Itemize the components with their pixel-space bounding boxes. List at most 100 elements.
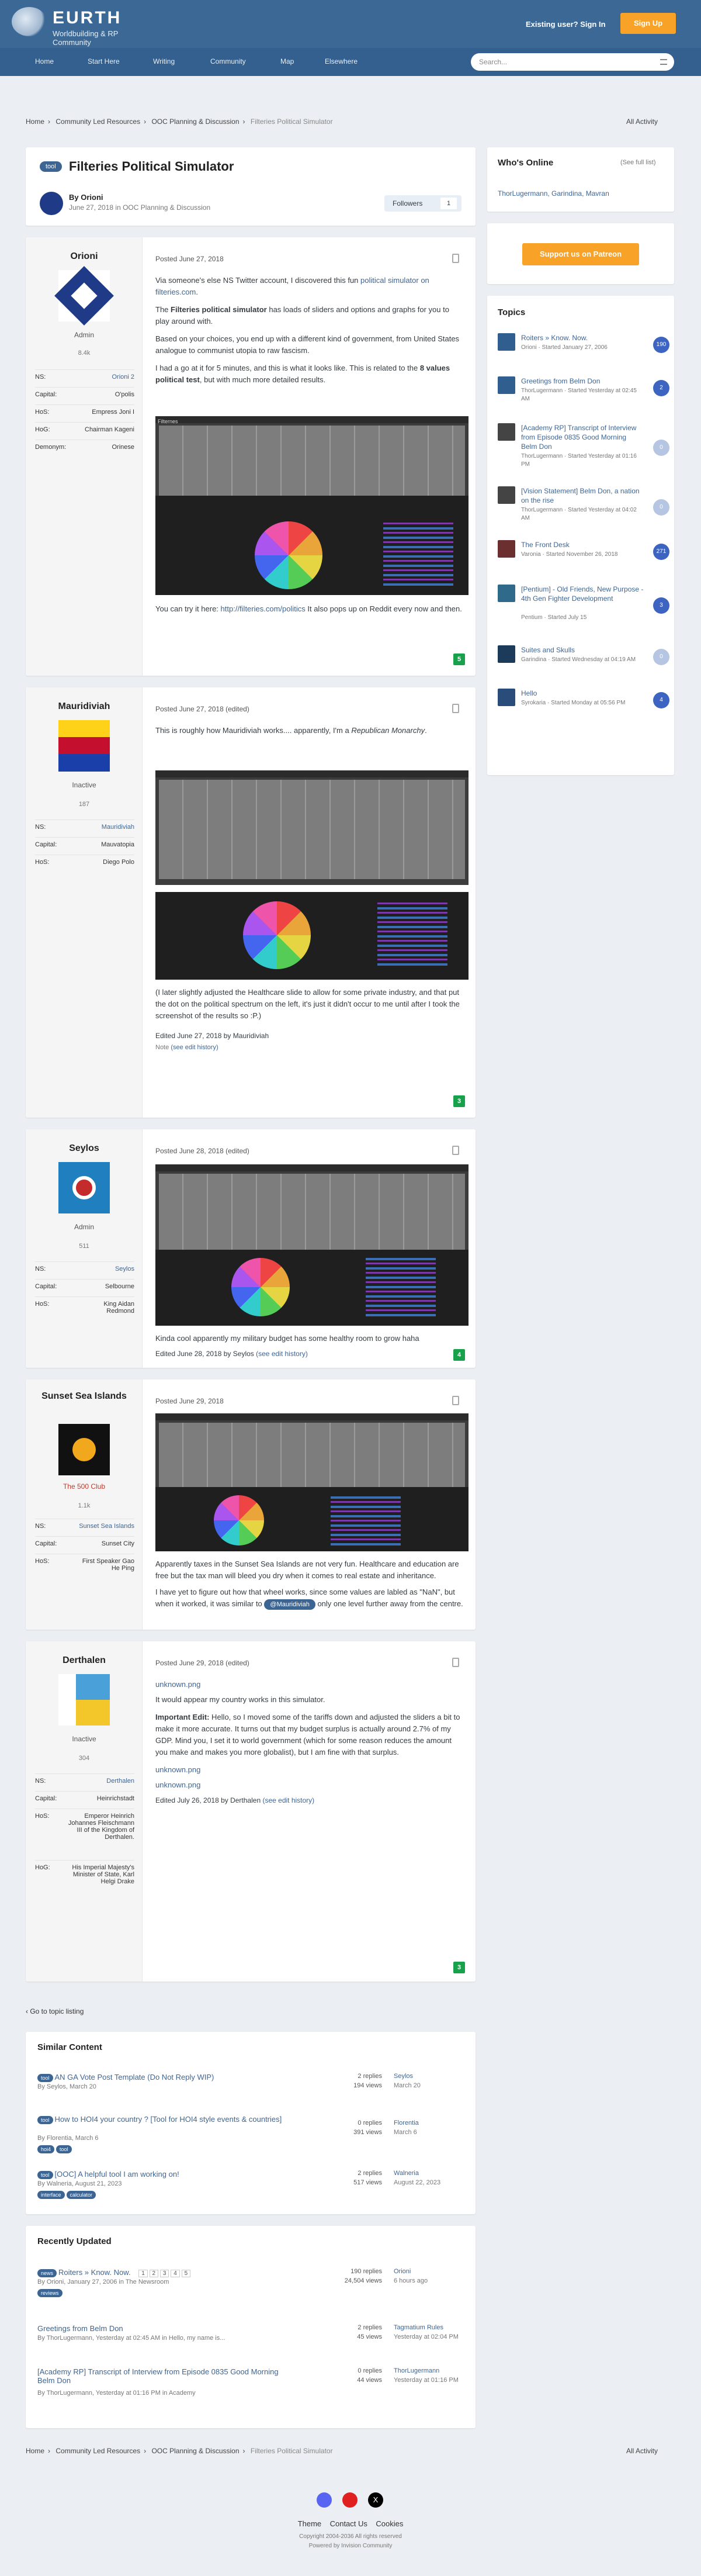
cookies-link[interactable]: Cookies <box>376 2519 403 2528</box>
post-author-panel: Orioni Admin 8.4k NS: Orioni 2 Capital: O'… <box>26 237 143 676</box>
topic-date: June 27, 2018 in OOC Planning & Discussi… <box>69 203 211 212</box>
nav-elsewhere[interactable]: Elsewhere <box>325 57 358 65</box>
list-item[interactable]: news Roiters » Know. Now. 1 2 3 4 5 By Or… <box>37 2268 463 2309</box>
patreon-icon[interactable] <box>342 2492 358 2508</box>
similar-content: Similar Content tool AN GA Vote Post Temp… <box>26 2032 476 2214</box>
post-date: Posted June 27, 2018 <box>155 255 224 263</box>
all-activity-link[interactable]: All Activity <box>626 117 658 126</box>
topic-avatar <box>498 645 515 663</box>
reply-count: 0 <box>653 440 669 456</box>
reputation-badge: 3 <box>453 1095 465 1107</box>
post: Orioni Admin 8.4k NS: Orioni 2 Capital: O'… <box>26 237 476 676</box>
site-logo[interactable]: EURTH Worldbuilding & RP Community <box>12 4 140 47</box>
user-mention[interactable]: @Mauridiviah <box>264 1599 315 1610</box>
image-link[interactable]: unknown.png <box>155 1780 200 1789</box>
author-name[interactable]: Mauridiviah <box>26 701 143 712</box>
sign-up-button[interactable]: Sign Up <box>620 13 676 34</box>
author-name[interactable]: Sunset Sea Islands <box>26 1390 143 1403</box>
share-icon[interactable] <box>452 1146 459 1155</box>
nav-map[interactable]: Map <box>280 57 294 65</box>
screenshot[interactable] <box>155 892 469 980</box>
image-link[interactable]: unknown.png <box>155 1765 200 1774</box>
sign-in-link[interactable]: Existing user? Sign In <box>526 20 606 29</box>
share-icon[interactable] <box>452 1396 459 1405</box>
site-name: EURTH <box>53 8 122 27</box>
online-users[interactable]: ThorLugermann, Garindina, Mavran <box>498 189 609 198</box>
all-activity-link-bottom[interactable]: All Activity <box>626 2447 658 2455</box>
edit-history-link[interactable]: (see edit history) <box>256 1350 308 1358</box>
author-avatar[interactable] <box>40 192 63 215</box>
list-item[interactable]: tool [OOC] A helpful tool I am working on… <box>37 2170 463 2205</box>
avatar[interactable] <box>58 1162 110 1213</box>
share-icon[interactable] <box>452 704 459 713</box>
topics-widget-title: Topics <box>498 307 526 317</box>
post-date: Posted June 29, 2018 <box>155 1397 224 1405</box>
screenshot[interactable] <box>155 1413 469 1551</box>
post-footer-text: You can try it here: http://filteries.co… <box>155 604 462 613</box>
post-content: Apparently taxes in the Sunset Sea Islan… <box>155 1560 459 1580</box>
see-full-list-link[interactable]: (See full list) <box>620 159 656 166</box>
image-link[interactable]: unknown.png <box>155 1680 200 1689</box>
topic-avatar <box>498 540 515 558</box>
post-count: 187 <box>78 801 90 808</box>
search-input[interactable]: Search... <box>471 53 674 71</box>
author-name[interactable]: Orioni <box>26 251 143 262</box>
nav-start-here[interactable]: Start Here <box>88 57 120 65</box>
author-role: Inactive <box>72 781 96 789</box>
avatar[interactable] <box>58 1674 110 1726</box>
share-icon[interactable] <box>452 1658 459 1667</box>
list-item[interactable]: Greetings from Belm Don By ThorLugermann… <box>37 2324 463 2353</box>
post-content: Via someone's else NS Twitter account, I… <box>155 276 460 384</box>
follow-button[interactable]: Followers 1 <box>384 195 461 212</box>
post-content: (I later slightly adjusted the Healthcar… <box>155 988 460 1020</box>
crumb-ooc[interactable]: OOC Planning & Discussion <box>151 117 239 126</box>
crumb-home[interactable]: Home <box>26 117 44 126</box>
topic-author[interactable]: By Orioni <box>69 193 103 202</box>
screenshot[interactable] <box>155 770 469 885</box>
topic-avatar <box>498 333 515 351</box>
reply-count: 0 <box>653 649 669 665</box>
discord-icon[interactable] <box>317 2492 332 2508</box>
avatar[interactable] <box>58 720 110 772</box>
breadcrumb-bottom: Home › Community Led Resources › OOC Plann… <box>26 2447 333 2455</box>
list-item[interactable]: [Academy RP] Transcript of Interview fro… <box>37 2367 463 2408</box>
powered-by[interactable]: Powered by Invision Community <box>0 2543 701 2549</box>
whos-online-title: Who's Online <box>498 158 554 168</box>
post-content: unknown.png It would appear my country w… <box>155 1680 460 1804</box>
main-nav: Home Start Here Writing Community Map El… <box>0 48 701 76</box>
tool-badge[interactable]: tool <box>40 161 62 172</box>
nav-writing[interactable]: Writing <box>153 57 175 65</box>
filter-icon[interactable] <box>660 59 667 65</box>
avatar[interactable] <box>58 1424 110 1475</box>
patreon-button[interactable]: Support us on Patreon <box>522 243 639 265</box>
edit-history-link[interactable]: (see edit history) <box>262 1796 314 1804</box>
goto-topic-listing[interactable]: ‹ Go to topic listing <box>26 2007 84 2015</box>
topic-header: tool Filteries Political Simulator By Or… <box>26 147 476 226</box>
nav-community[interactable]: Community <box>210 57 246 65</box>
followers-count: 1 <box>440 198 457 209</box>
x-icon[interactable]: X <box>368 2492 383 2508</box>
share-icon[interactable] <box>452 254 459 263</box>
post-content: I have yet to figure out how that wheel … <box>155 1586 465 1610</box>
post: Seylos Admin 511 NS: Seylos Capital: Selbo… <box>26 1129 476 1368</box>
breadcrumb: Home › Community Led Resources › OOC Plann… <box>26 117 333 126</box>
reply-count: 4 <box>653 692 669 708</box>
list-item[interactable]: tool How to HOI4 your country ? [Tool for… <box>37 2115 463 2162</box>
topics-widget: Topics Roiters » Know. Now. Orioni · Star… <box>487 296 674 775</box>
reply-count: 190 <box>653 337 669 353</box>
screenshot[interactable] <box>155 1164 469 1326</box>
contact-link[interactable]: Contact Us <box>330 2519 367 2528</box>
recent-title: Recently Updated <box>37 2236 112 2246</box>
copyright: Copyright 2004-2036 All rights reserved <box>299 2533 402 2540</box>
whos-online-widget: Who's Online (See full list) ThorLugerma… <box>487 147 674 212</box>
filteries-link[interactable]: http://filteries.com/politics <box>221 604 306 613</box>
crumb-community-led[interactable]: Community Led Resources <box>55 117 140 126</box>
simulator-screenshot[interactable]: Filternes <box>155 416 469 595</box>
nav-home[interactable]: Home <box>35 57 54 65</box>
edit-history-link[interactable]: (see edit history) <box>171 1044 218 1051</box>
list-item[interactable]: tool AN GA Vote Post Template (Do Not Rep… <box>37 2073 463 2108</box>
author-name[interactable]: Derthalen <box>26 1655 143 1666</box>
avatar[interactable] <box>54 266 114 326</box>
theme-link[interactable]: Theme <box>298 2519 321 2528</box>
author-name[interactable]: Seylos <box>26 1143 143 1154</box>
